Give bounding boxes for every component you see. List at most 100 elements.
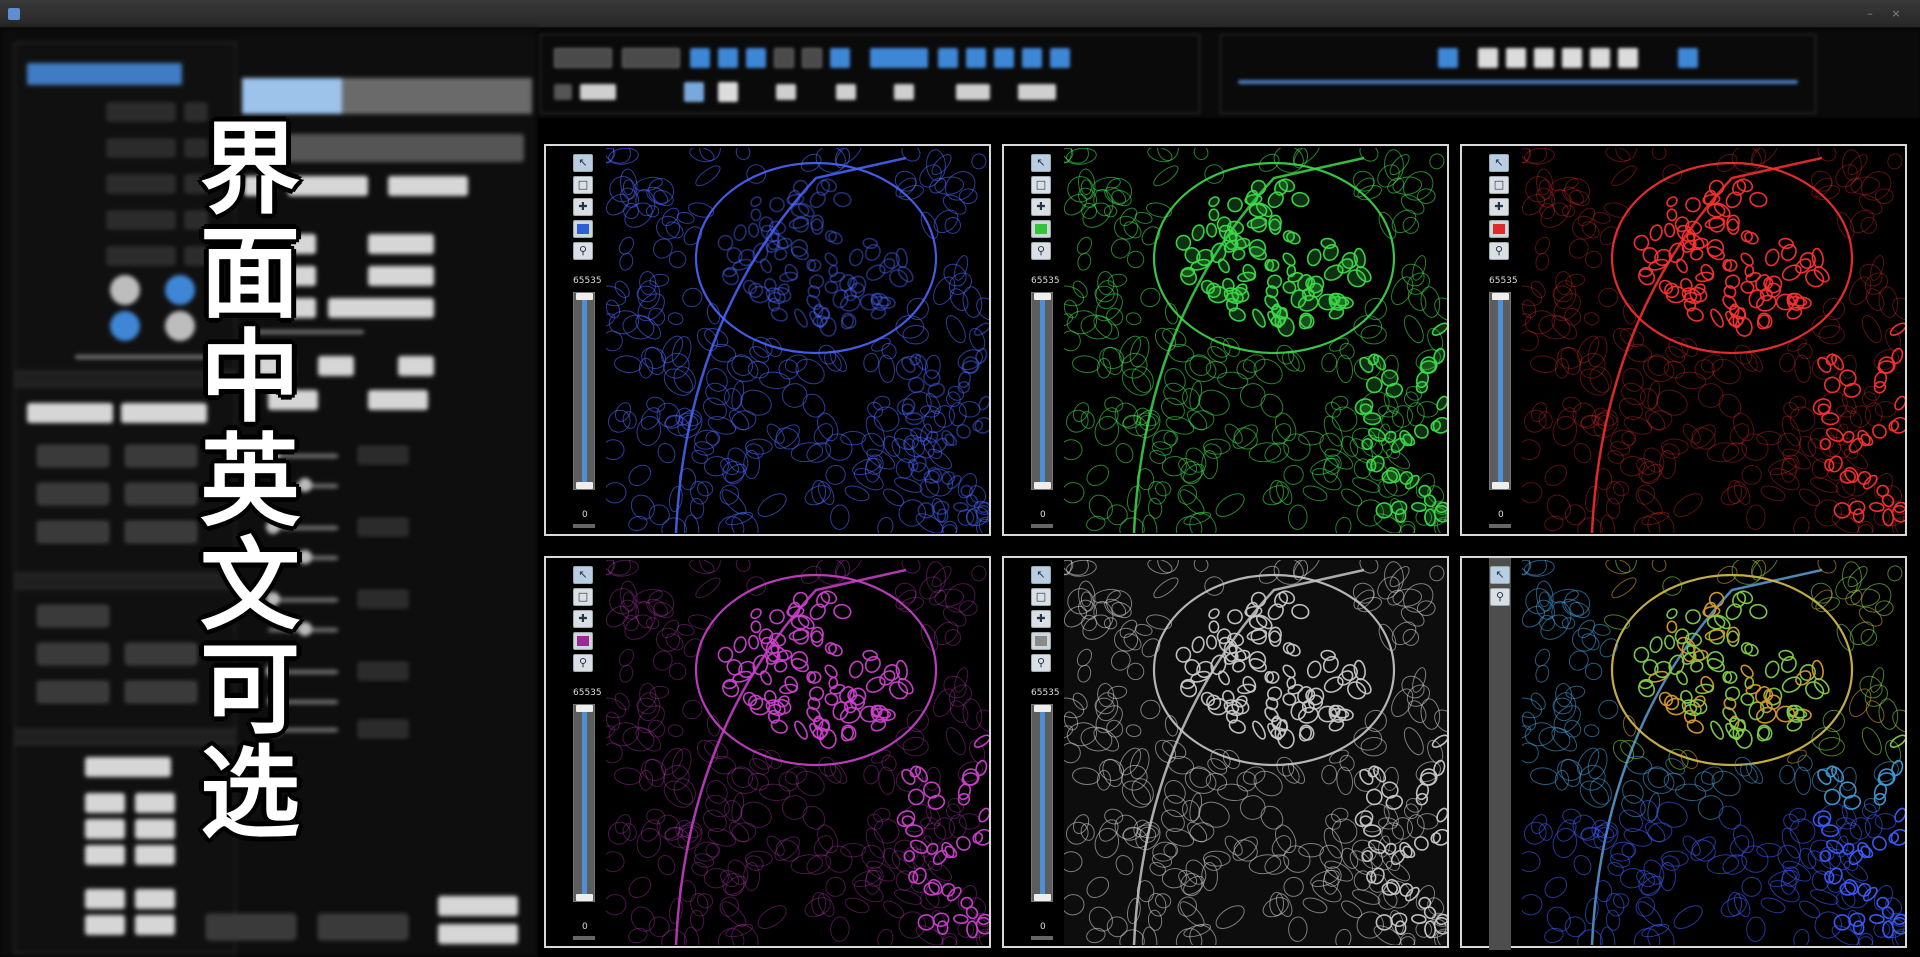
intensity-min-handle[interactable] — [1034, 482, 1051, 489]
pointer-icon[interactable]: ↖ — [1489, 154, 1509, 172]
action-button[interactable] — [85, 819, 125, 839]
playback-progress-bar[interactable] — [1238, 80, 1798, 84]
toolbar-button[interactable] — [718, 48, 738, 68]
action-button[interactable] — [368, 390, 428, 410]
toolbar-button[interactable] — [684, 82, 704, 102]
action-button[interactable] — [125, 483, 197, 505]
toolbar-button[interactable] — [1438, 48, 1458, 68]
toolbar-button[interactable] — [1478, 48, 1498, 68]
setting-field[interactable] — [358, 518, 408, 536]
setting-field[interactable] — [358, 662, 408, 680]
action-button[interactable] — [328, 298, 434, 318]
channel-color-swatch-button[interactable] — [573, 220, 593, 238]
action-button[interactable] — [85, 793, 125, 813]
toolbar-field[interactable] — [776, 84, 796, 100]
pointer-icon[interactable]: ↖ — [1031, 566, 1051, 584]
toolbar-button[interactable] — [690, 48, 710, 68]
toolbar-button[interactable] — [994, 48, 1014, 68]
action-button[interactable] — [318, 356, 354, 376]
action-button[interactable] — [318, 914, 408, 940]
action-button[interactable] — [368, 234, 434, 254]
toolbar-button[interactable] — [870, 48, 928, 68]
rectangle-select-icon[interactable]: □ — [1489, 176, 1509, 194]
toggle-circle[interactable] — [110, 311, 140, 341]
action-button[interactable] — [27, 403, 113, 423]
action-button[interactable] — [85, 915, 125, 935]
intensity-min-handle[interactable] — [1034, 894, 1051, 901]
intensity-range-slider[interactable] — [1031, 292, 1053, 490]
toolbar-button[interactable] — [966, 48, 986, 68]
microscopy-image[interactable] — [606, 148, 989, 533]
toolbar-button[interactable] — [1506, 48, 1526, 68]
zoom-magnifier-icon[interactable]: ⚲ — [573, 654, 593, 672]
setting-field[interactable] — [107, 139, 175, 157]
setting-field[interactable] — [107, 211, 175, 229]
channel-color-swatch-button[interactable] — [1489, 220, 1509, 238]
microscopy-image[interactable] — [606, 560, 989, 945]
panel-tab[interactable] — [344, 42, 436, 64]
toolbar-button[interactable] — [1050, 48, 1070, 68]
zoom-magnifier-icon[interactable]: ⚲ — [1490, 588, 1510, 606]
toolbar-field[interactable] — [894, 84, 914, 100]
action-button[interactable] — [37, 681, 109, 703]
microscopy-image[interactable] — [1064, 148, 1447, 533]
action-button[interactable] — [388, 176, 468, 196]
pan-move-icon[interactable]: ✚ — [573, 610, 593, 628]
action-button[interactable] — [135, 845, 175, 865]
pointer-icon[interactable]: ↖ — [573, 566, 593, 584]
toolbar-button[interactable] — [830, 48, 850, 68]
panel-header-button[interactable] — [27, 63, 182, 85]
channel-color-swatch-button[interactable] — [1031, 632, 1051, 650]
action-button[interactable] — [135, 915, 175, 935]
action-button[interactable] — [37, 521, 109, 543]
action-button[interactable] — [37, 643, 109, 665]
intensity-min-handle[interactable] — [1492, 482, 1509, 489]
rectangle-select-icon[interactable]: □ — [1031, 176, 1051, 194]
pointer-icon[interactable]: ↖ — [1490, 566, 1510, 584]
sub-tab-active[interactable] — [242, 78, 342, 114]
toolbar-field[interactable] — [554, 84, 572, 100]
action-button[interactable] — [398, 356, 434, 376]
rectangle-select-icon[interactable]: □ — [573, 588, 593, 606]
setting-field[interactable] — [358, 720, 408, 738]
zoom-magnifier-icon[interactable]: ⚲ — [1031, 242, 1051, 260]
pan-move-icon[interactable]: ✚ — [1489, 198, 1509, 216]
toolbar-button[interactable] — [938, 48, 958, 68]
toolbar-button[interactable] — [1618, 48, 1638, 68]
toolbar-button[interactable] — [1590, 48, 1610, 68]
toolbar-field[interactable] — [836, 84, 856, 100]
action-button[interactable] — [125, 681, 197, 703]
toolbar-button[interactable] — [1562, 48, 1582, 68]
action-button[interactable] — [438, 896, 518, 916]
microscopy-image[interactable] — [1522, 560, 1905, 945]
toolbar-button[interactable] — [802, 48, 822, 68]
action-button[interactable] — [206, 914, 296, 940]
toolbar-button[interactable] — [1534, 48, 1554, 68]
zoom-magnifier-icon[interactable]: ⚲ — [573, 242, 593, 260]
action-button[interactable] — [125, 521, 197, 543]
panel-tab[interactable] — [438, 42, 530, 64]
intensity-min-handle[interactable] — [576, 482, 593, 489]
toolbar-button[interactable] — [554, 48, 612, 68]
microscopy-image[interactable] — [1522, 148, 1905, 533]
action-button[interactable] — [85, 757, 171, 777]
action-button[interactable] — [125, 643, 197, 665]
action-button[interactable] — [438, 924, 518, 944]
action-button[interactable] — [135, 819, 175, 839]
setting-field[interactable] — [358, 590, 408, 608]
intensity-range-slider[interactable] — [573, 292, 595, 490]
toggle-circle[interactable] — [110, 275, 140, 305]
toolbar-button[interactable] — [1678, 48, 1698, 68]
intensity-range-slider[interactable] — [1031, 704, 1053, 902]
zoom-magnifier-icon[interactable]: ⚲ — [1489, 242, 1509, 260]
intensity-range-slider[interactable] — [1489, 292, 1511, 490]
action-button[interactable] — [368, 266, 434, 286]
setting-field[interactable] — [107, 175, 175, 193]
pan-move-icon[interactable]: ✚ — [1031, 610, 1051, 628]
channel-color-swatch-button[interactable] — [1031, 220, 1051, 238]
action-button[interactable] — [125, 445, 197, 467]
toolbar-button[interactable] — [774, 48, 794, 68]
action-button[interactable] — [85, 845, 125, 865]
microscopy-image[interactable] — [1064, 560, 1447, 945]
intensity-max-handle[interactable] — [1034, 293, 1051, 300]
